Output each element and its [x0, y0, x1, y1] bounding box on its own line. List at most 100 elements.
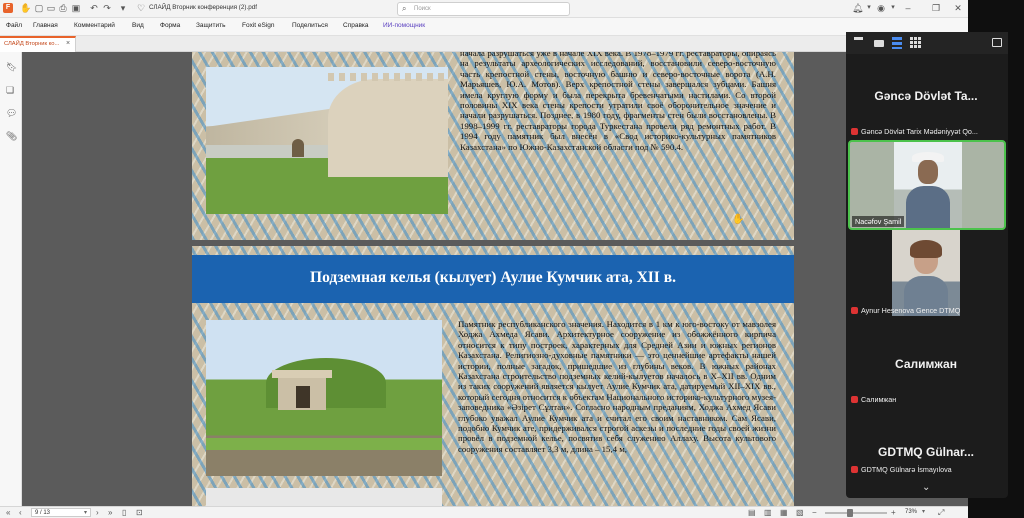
document-tab[interactable]: СЛАЙД Вторник ко... × — [0, 36, 76, 52]
participant-label: Aynur Hesenova Gence DTMQ — [851, 306, 960, 315]
pop-out-icon[interactable] — [992, 38, 1002, 47]
photo-tower — [328, 79, 448, 177]
cover-icon[interactable]: ▧ — [796, 507, 804, 518]
facing-icon[interactable]: ▦ — [780, 507, 788, 518]
menu-protect[interactable]: Защитить — [196, 22, 226, 29]
page-dropdown-icon[interactable]: ▾ — [84, 509, 87, 516]
comments-icon[interactable]: 💬︎ — [6, 108, 17, 119]
video-face — [918, 160, 938, 184]
fit-page-icon[interactable]: ⊡ — [136, 507, 143, 518]
bookmark-icon[interactable]: 🔖︎ — [6, 62, 17, 73]
first-page-icon[interactable]: « — [6, 507, 10, 518]
search-box[interactable]: ⌕ Поиск — [397, 2, 570, 16]
participant-label: GDTMQ Gülnarə İsmayılova — [851, 465, 952, 474]
minimize-icon[interactable]: – — [903, 3, 913, 13]
account-dropdown-icon[interactable]: ▾ — [888, 3, 898, 13]
next-page-icon[interactable]: › — [96, 507, 99, 518]
hand-tool-icon[interactable]: ✋ — [20, 3, 31, 13]
page-heading: Подземная келья (кылует) Аулие Кумчик ат… — [310, 269, 676, 286]
zoom-slider[interactable] — [825, 509, 887, 517]
participant-tile-5[interactable]: GDTMQ Gülnar... GDTMQ Gülnarə İsmayılova — [846, 410, 1008, 480]
attachment-icon[interactable]: 📎︎ — [6, 131, 17, 142]
muted-mic-icon — [851, 466, 858, 473]
ribbon-menu: Файл Главная Комментарий Вид Форма Защит… — [0, 18, 968, 36]
zoom-slider-thumb[interactable] — [847, 509, 853, 517]
app-logo-icon: F — [3, 3, 13, 13]
muted-mic-icon — [851, 307, 858, 314]
participant-tile-1[interactable]: Gəncə Dövlət Ta... Gəncə Dövlət Tarix Mə… — [846, 56, 1008, 140]
bell-dropdown-icon[interactable]: ▾ — [864, 3, 874, 13]
zoom-value[interactable]: 73% — [905, 509, 917, 515]
undo-icon[interactable]: ↶ — [89, 3, 99, 13]
strip-view-icon[interactable] — [892, 37, 902, 49]
call-toolbar — [846, 32, 1008, 54]
participant-tile-2[interactable]: Nacəfov Şamil — [848, 140, 1006, 230]
second-photo-top — [206, 488, 442, 506]
search-icon: ⌕ — [402, 4, 407, 13]
page-previous-text: начала разрушаться уже в начале XIX века… — [460, 52, 776, 152]
video-hair — [910, 240, 942, 258]
minimize-panel-icon[interactable] — [854, 37, 863, 40]
continuous-icon[interactable]: ▥ — [764, 507, 772, 518]
photo-battlements — [328, 73, 448, 81]
fortress-wall-photo — [206, 67, 448, 214]
participant-display-name: Салимжан — [895, 357, 957, 371]
participant-label: Nacəfov Şamil — [852, 216, 905, 227]
tab-close-icon[interactable]: × — [66, 40, 70, 47]
window-title: СЛАЙД Вторник конференция (2).pdf — [149, 4, 257, 11]
reading-mode-icon[interactable]: ▤ — [748, 507, 756, 518]
scroll-down-icon[interactable]: ⌄ — [922, 482, 930, 493]
restore-icon[interactable]: ❐ — [931, 3, 941, 13]
zoom-out-icon[interactable]: − — [812, 507, 817, 518]
open-folder-icon[interactable]: ▭ — [46, 3, 56, 13]
fullscreen-icon[interactable]: ⤢ — [938, 507, 944, 518]
muted-mic-icon — [851, 396, 858, 403]
menu-view[interactable]: Вид — [132, 22, 144, 29]
document-tab-label: СЛАЙД Вторник ко... — [4, 41, 60, 47]
status-bar: « ‹ 9 / 13 ▾ › » ▯ ⊡ ▤ ▥ ▦ ▧ − + 73% ▾ ⤢ — [0, 506, 968, 518]
previous-page-icon[interactable]: ‹ — [19, 507, 22, 518]
search-placeholder: Поиск — [414, 6, 431, 12]
participant-label: Салимжан — [851, 395, 896, 404]
menu-file[interactable]: Файл — [6, 22, 22, 29]
photo-roof — [272, 370, 332, 378]
redo-icon[interactable]: ↷ — [102, 3, 112, 13]
new-document-icon[interactable]: ▢ — [34, 3, 44, 13]
save-icon[interactable]: ▣ — [71, 3, 81, 13]
menu-foxit-esign[interactable]: Foxit eSign — [242, 22, 275, 29]
title-bar: F ✋ ▢ ▭ ⎙ ▣ ↶ ↷ ▾ ♡ СЛАЙД Вторник конфер… — [0, 0, 968, 18]
zoom-in-icon[interactable]: + — [891, 507, 896, 518]
navigation-panel: 🔖︎ ❏ 💬︎ 📎︎ — [0, 52, 22, 506]
pages-icon[interactable]: ❏ — [6, 85, 14, 96]
menu-form[interactable]: Форма — [160, 22, 180, 29]
participant-label: Gəncə Dövlət Tarix Mədəniyyət Qo... — [851, 127, 978, 136]
menu-help[interactable]: Справка — [343, 22, 369, 29]
last-page-icon[interactable]: » — [108, 507, 112, 518]
page-number-field[interactable]: 9 / 13 ▾ — [31, 508, 91, 517]
zoom-dropdown-icon[interactable]: ▾ — [922, 508, 925, 515]
muted-mic-icon — [851, 128, 858, 135]
photo-gate — [292, 139, 304, 157]
video-call-panel: Gəncə Dövlət Ta... Gəncə Dövlət Tarix Mə… — [846, 32, 1008, 498]
participant-tile-3[interactable]: Aynur Hesenova Gence DTMQ — [846, 230, 1008, 320]
close-icon[interactable]: ✕ — [953, 3, 963, 13]
participant-display-name: GDTMQ Gülnar... — [877, 445, 974, 459]
bell-icon[interactable]: 🔔︎ — [852, 3, 863, 13]
speaker-view-icon[interactable] — [874, 40, 884, 47]
video-body — [906, 186, 950, 228]
gallery-view-icon[interactable] — [910, 37, 921, 48]
menu-comment[interactable]: Комментарий — [74, 22, 115, 29]
menu-home[interactable]: Главная — [33, 22, 58, 29]
account-icon[interactable]: ◉ — [876, 3, 886, 13]
customize-dropdown-icon[interactable]: ▾ — [118, 3, 128, 13]
video-feed — [892, 230, 960, 316]
menu-ai-assistant[interactable]: ИИ-помощник — [383, 22, 425, 29]
photo-doorway — [296, 386, 310, 408]
participant-tile-4[interactable]: Салимжан Салимжан — [846, 320, 1008, 410]
menu-share[interactable]: Поделиться — [292, 22, 328, 29]
page-number-value: 9 / 13 — [35, 510, 51, 516]
pdf-page-previous: начала разрушаться уже в начале XIX века… — [192, 52, 794, 240]
document-viewport[interactable]: начала разрушаться уже в начале XIX века… — [22, 52, 968, 506]
single-page-icon[interactable]: ▯ — [122, 507, 126, 518]
print-icon[interactable]: ⎙ — [58, 3, 68, 13]
